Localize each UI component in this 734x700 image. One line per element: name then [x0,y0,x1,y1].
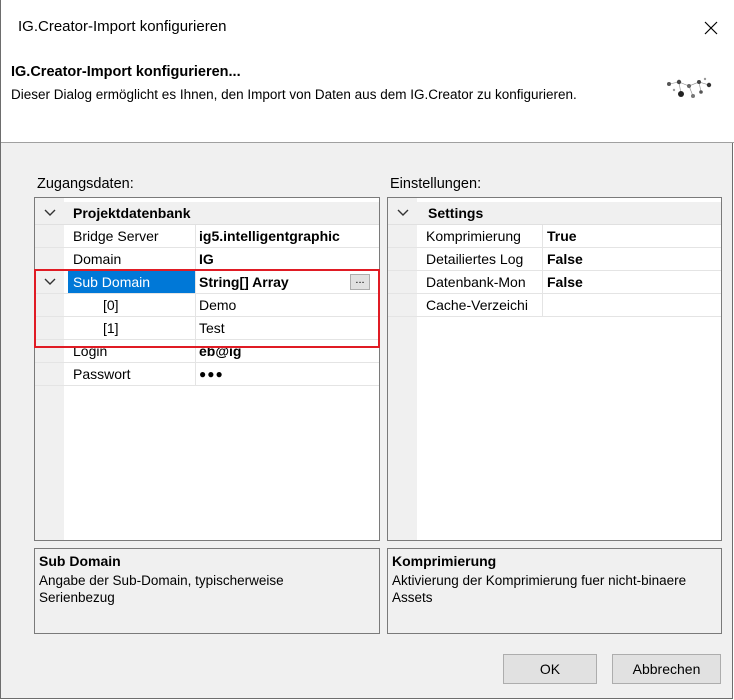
close-icon [704,21,718,35]
dialog-header: IG.Creator-Import konfigurieren... Diese… [1,56,734,143]
property-name: Cache-Verzeichi [426,297,528,313]
window-title: IG.Creator-Import konfigurieren [18,18,227,35]
zugangsdaten-label: Zugangsdaten: [37,176,134,192]
property-name: [0] [103,297,119,313]
column-divider [195,340,196,362]
chevron-down-icon[interactable] [44,202,56,224]
property-row-passwort[interactable]: Passwort ●●● [35,363,379,386]
property-name: Login [73,343,108,359]
column-divider [542,271,543,293]
column-divider [195,225,196,247]
property-name: Komprimierung [426,228,521,244]
category-row-projektdatenbank[interactable]: Projektdatenbank [35,202,379,225]
property-name: Domain [73,251,122,267]
zugangsdaten-property-grid[interactable]: Projektdatenbank Bridge Server ig5.intel… [34,197,380,541]
property-name: Passwort [73,366,131,382]
property-name: Detailiertes Log [426,251,524,267]
column-divider [195,363,196,385]
property-value[interactable]: Test [199,317,379,339]
header-title: IG.Creator-Import konfigurieren... [11,64,241,80]
property-row-detailiertes-log[interactable]: Detailiertes Log False [388,248,721,271]
password-value[interactable]: ●●● [199,363,379,385]
category-label: Projektdatenbank [73,205,191,221]
einstellungen-label: Einstellungen: [390,176,482,192]
property-row-komprimierung[interactable]: Komprimierung True [388,225,721,248]
property-value[interactable]: False [547,271,717,293]
column-divider [195,317,196,339]
ok-button[interactable]: OK [503,654,597,684]
property-row-cache-verzeichnis[interactable]: Cache-Verzeichi [388,294,721,317]
chevron-down-icon[interactable] [397,202,409,224]
close-button[interactable] [688,0,734,56]
column-divider [195,248,196,270]
property-value[interactable]: False [547,248,717,270]
header-description: Dieser Dialog ermöglicht es Ihnen, den I… [11,87,577,102]
description-text: Aktivierung der Komprimierung fuer nicht… [392,573,687,605]
dialog-window: IG.Creator-Import konfigurieren IG.Creat… [0,0,734,699]
property-value[interactable]: True [547,225,717,247]
description-title: Sub Domain [39,553,121,569]
property-row-login[interactable]: Login eb@ig [35,340,379,363]
property-value[interactable]: eb@ig [199,340,379,362]
description-title: Komprimierung [392,553,497,569]
einstellungen-description-panel: Komprimierung Aktivierung der Komprimier… [387,548,722,634]
property-row-array-item-0[interactable]: [0] Demo [35,294,379,317]
chevron-down-icon[interactable] [44,271,56,293]
property-value[interactable]: Demo [199,294,379,316]
cancel-button[interactable]: Abbrechen [612,654,721,684]
description-text: Angabe der Sub-Domain, typischerweise Se… [39,573,284,605]
column-divider [195,271,196,293]
property-value[interactable] [547,294,717,316]
property-row-domain[interactable]: Domain IG [35,248,379,271]
column-divider [542,225,543,247]
column-divider [542,294,543,316]
property-value[interactable]: ig5.intelligentgraphic [199,225,379,247]
category-row-settings[interactable]: Settings [388,202,721,225]
category-label: Settings [428,205,484,221]
property-row-array-item-1[interactable]: [1] Test [35,317,379,340]
zugangsdaten-description-panel: Sub Domain Angabe der Sub-Domain, typisc… [34,548,380,634]
title-bar: IG.Creator-Import konfigurieren [1,0,734,56]
property-row-bridge-server[interactable]: Bridge Server ig5.intelligentgraphic [35,225,379,248]
column-divider [195,294,196,316]
property-name: [1] [103,320,119,336]
property-name-selected: Sub Domain [68,271,195,293]
column-divider [542,248,543,270]
property-value[interactable]: String[] Array [199,271,349,293]
property-value[interactable]: IG [199,248,379,270]
property-row-datenbank-mon[interactable]: Datenbank-Mon False [388,271,721,294]
ellipsis-button[interactable]: ... [350,274,370,290]
network-logo-icon [667,77,712,98]
property-name: Bridge Server [73,228,159,244]
property-row-sub-domain[interactable]: Sub Domain String[] Array ... [35,271,379,294]
property-name: Datenbank-Mon [426,274,526,290]
einstellungen-property-grid[interactable]: Settings Komprimierung True Detailiertes… [387,197,722,541]
